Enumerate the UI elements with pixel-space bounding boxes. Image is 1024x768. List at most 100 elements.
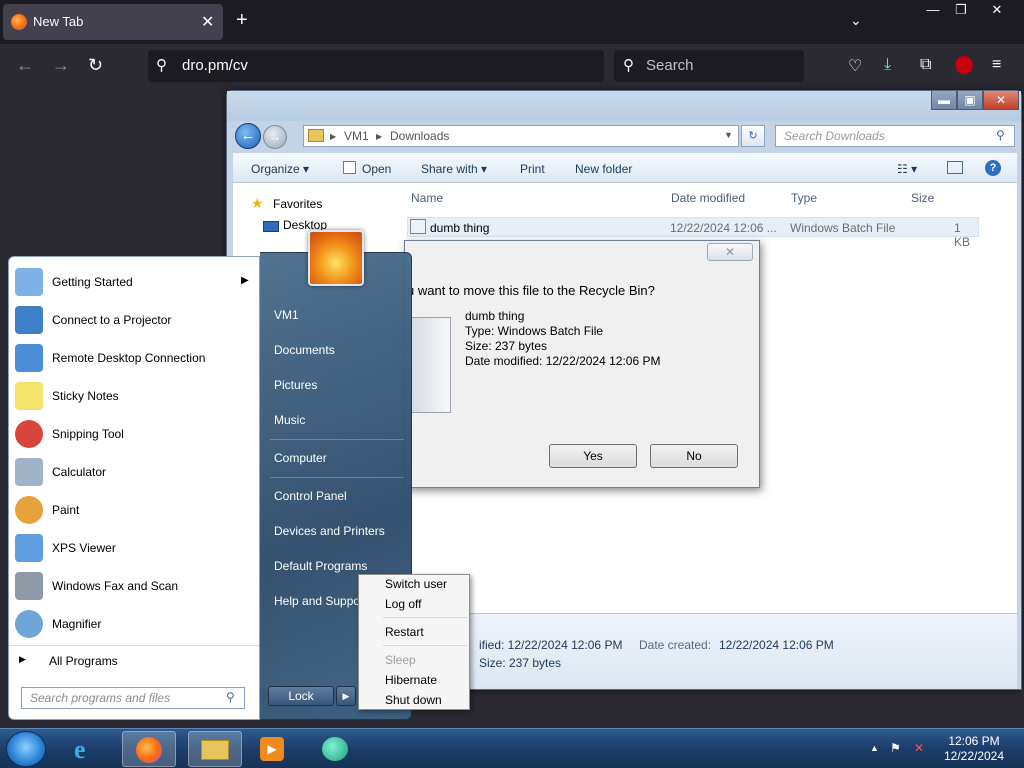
user-picture[interactable] <box>308 230 364 286</box>
program-label: Magnifier <box>52 617 102 631</box>
program-fax-scan[interactable]: Windows Fax and Scan <box>9 567 259 605</box>
program-sticky-notes[interactable]: Sticky Notes <box>9 377 259 415</box>
taskbar-app[interactable] <box>308 731 362 767</box>
explorer-search-input[interactable]: Search Downloads ⚲ <box>775 125 1015 147</box>
refresh-icon[interactable]: ↻ <box>741 125 765 147</box>
column-name[interactable]: Name <box>411 191 443 205</box>
taskbar-internet-explorer[interactable]: e <box>62 731 116 767</box>
column-date-modified[interactable]: Date modified <box>671 191 745 205</box>
start-link-music[interactable]: Music <box>274 413 305 427</box>
new-folder-button[interactable]: New folder <box>575 162 632 176</box>
start-search-input[interactable]: Search programs and files ⚲ <box>21 687 245 709</box>
sticky-notes-icon <box>15 382 43 410</box>
start-search-placeholder[interactable]: Search programs and files <box>30 691 170 705</box>
minimize-window-button[interactable]: — <box>918 0 948 22</box>
print-button[interactable]: Print <box>520 162 545 176</box>
back-button[interactable]: ← <box>16 55 34 76</box>
extensions-icon[interactable]: ⧉ <box>920 56 931 74</box>
explorer-search-placeholder[interactable]: Search Downloads <box>784 129 885 143</box>
open-button[interactable]: Open <box>362 162 391 176</box>
program-xps-viewer[interactable]: XPS Viewer <box>9 529 259 567</box>
preview-pane-icon[interactable] <box>947 161 963 174</box>
taskbar-media-player[interactable]: ▶ <box>246 731 300 767</box>
menu-hibernate[interactable]: Hibernate <box>385 673 437 687</box>
program-label: Remote Desktop Connection <box>52 351 206 365</box>
list-all-tabs-icon[interactable]: ⌄ <box>850 12 862 29</box>
start-link-documents[interactable]: Documents <box>274 343 335 357</box>
command-bar: Organize ▾ Open Share with ▾ Print New f… <box>233 153 1017 183</box>
dialog-close-button[interactable]: ✕ <box>707 243 753 261</box>
media-player-icon: ▶ <box>260 737 284 761</box>
column-size[interactable]: Size <box>911 191 934 205</box>
help-icon[interactable]: ? <box>985 160 1001 176</box>
menu-switch-user[interactable]: Switch user <box>385 577 447 591</box>
close-tab-icon[interactable]: ✕ <box>201 12 214 32</box>
organize-button[interactable]: Organize ▾ <box>251 162 309 176</box>
taskbar-firefox[interactable] <box>122 731 176 767</box>
taskbar-clock[interactable]: 12:06 PM 12/22/2024 <box>936 734 1012 764</box>
submenu-arrow-icon[interactable]: ▶ <box>241 275 249 286</box>
power-options-arrow[interactable]: ▶ <box>336 686 356 706</box>
share-with-button[interactable]: Share with ▾ <box>421 162 487 176</box>
url-bar[interactable]: ⚲ dro.pm/cv <box>148 50 604 82</box>
program-paint[interactable]: Paint <box>9 491 259 529</box>
yes-button[interactable]: Yes <box>549 444 637 468</box>
breadcrumb-vm1[interactable]: VM1 <box>344 129 369 143</box>
nav-favorites[interactable]: Favorites <box>273 197 322 211</box>
tab-new-tab[interactable]: New Tab ✕ <box>3 4 223 40</box>
ublock-icon[interactable] <box>955 56 973 74</box>
forward-arrow-icon[interactable]: → <box>263 125 287 149</box>
address-bar[interactable]: ▶ VM1 ▶ Downloads ▼ <box>303 125 739 147</box>
menu-icon[interactable]: ≡ <box>992 56 1001 74</box>
browser-search-box[interactable]: ⚲ Search <box>614 50 804 82</box>
explorer-maximize-button[interactable]: ▣ <box>957 91 983 110</box>
lock-button[interactable]: Lock <box>268 686 334 706</box>
program-snipping-tool[interactable]: Snipping Tool <box>9 415 259 453</box>
table-row[interactable]: dumb thing 12/22/2024 12:06 ... Windows … <box>407 217 979 249</box>
all-programs-button[interactable]: ▶ All Programs <box>9 645 259 673</box>
show-hidden-icons[interactable]: ▲ <box>870 743 879 753</box>
forward-button[interactable]: → <box>52 55 70 76</box>
view-options-icon[interactable]: ☷ ▾ <box>897 162 917 176</box>
start-link-pictures[interactable]: Pictures <box>274 378 317 392</box>
pocket-icon[interactable]: ♡ <box>848 56 862 76</box>
clock-date: 12/22/2024 <box>943 749 1005 763</box>
menu-shut-down[interactable]: Shut down <box>385 693 442 707</box>
explorer-title-bar[interactable] <box>227 91 1021 121</box>
action-center-icon[interactable]: ⚑ <box>890 741 901 755</box>
breadcrumb-downloads[interactable]: Downloads <box>390 129 449 143</box>
close-window-button[interactable]: ✕ <box>982 0 1012 22</box>
column-type[interactable]: Type <box>791 191 817 205</box>
details-modified: ified: 12/22/2024 12:06 PM <box>479 638 623 652</box>
search-placeholder[interactable]: Search <box>646 57 694 74</box>
address-dropdown-icon[interactable]: ▼ <box>724 130 733 140</box>
start-link-help-support[interactable]: Help and Support <box>274 594 367 608</box>
explorer-close-button[interactable]: ✕ <box>983 91 1019 110</box>
program-remote-desktop[interactable]: Remote Desktop Connection <box>9 339 259 377</box>
start-link-computer[interactable]: Computer <box>274 451 327 465</box>
start-button[interactable] <box>6 731 46 767</box>
url-text[interactable]: dro.pm/cv <box>182 57 248 74</box>
fax-scan-icon <box>15 572 43 600</box>
app-icon <box>322 737 348 761</box>
menu-restart[interactable]: Restart <box>385 625 424 639</box>
network-icon[interactable]: ✕ <box>914 741 924 755</box>
restore-window-button[interactable]: ❐ <box>946 0 976 22</box>
taskbar-explorer[interactable] <box>188 731 242 767</box>
explorer-minimize-button[interactable]: ▬ <box>931 91 957 110</box>
program-calculator[interactable]: Calculator <box>9 453 259 491</box>
program-magnifier[interactable]: Magnifier <box>9 605 259 643</box>
menu-log-off[interactable]: Log off <box>385 597 421 611</box>
start-link-devices-printers[interactable]: Devices and Printers <box>274 524 385 538</box>
downloads-icon[interactable]: ⤓ <box>884 56 891 74</box>
reload-button[interactable]: ↻ <box>88 55 103 76</box>
new-tab-button[interactable]: + <box>236 10 248 30</box>
start-link-vm1[interactable]: VM1 <box>274 308 299 322</box>
start-link-default-programs[interactable]: Default Programs <box>274 559 367 573</box>
back-arrow-icon[interactable]: ← <box>235 123 261 149</box>
program-getting-started[interactable]: Getting Started ▶ <box>9 263 259 301</box>
start-link-control-panel[interactable]: Control Panel <box>274 489 347 503</box>
file-name: dumb thing <box>430 221 490 235</box>
program-connect-projector[interactable]: Connect to a Projector <box>9 301 259 339</box>
no-button[interactable]: No <box>650 444 738 468</box>
